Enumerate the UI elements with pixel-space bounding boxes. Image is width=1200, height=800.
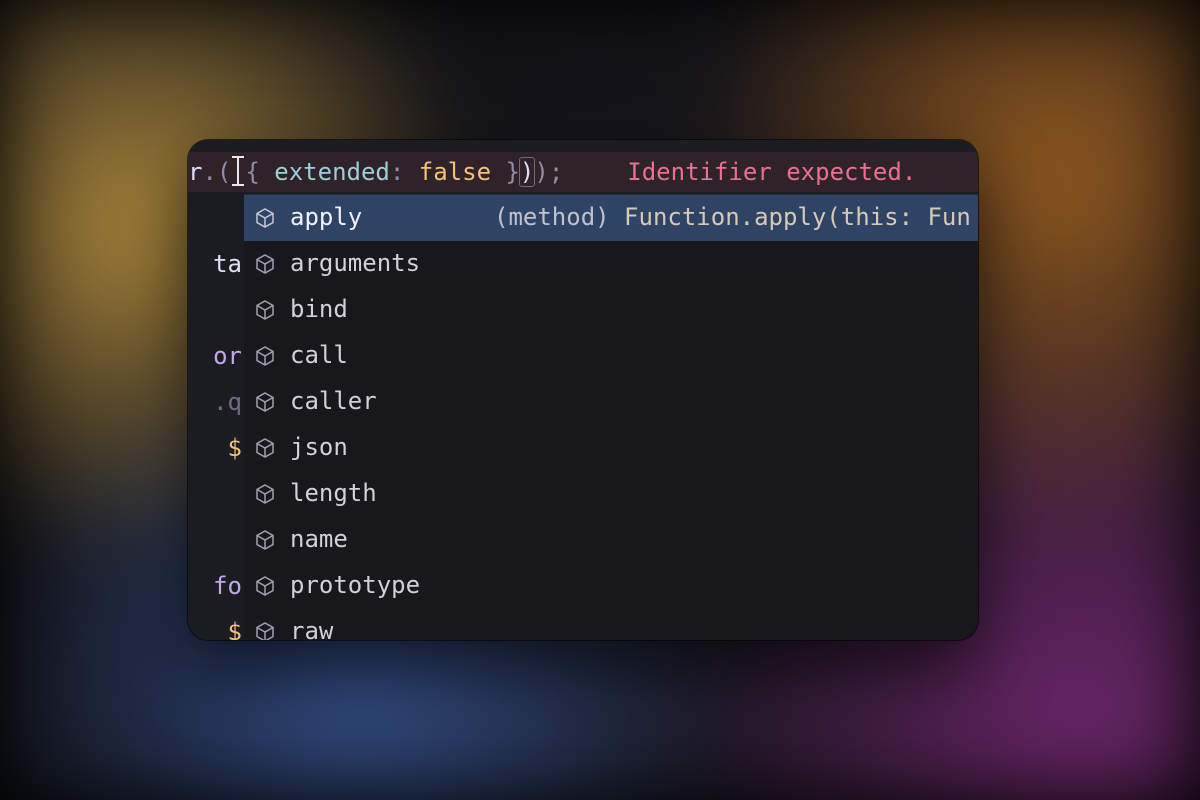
autocomplete-item-call[interactable]: call <box>244 333 978 379</box>
code-token-property-key: extended <box>274 158 390 186</box>
autocomplete-item-caller[interactable]: caller <box>244 379 978 425</box>
autocomplete-item-detail: (method) Function.apply(this: Fun <box>494 199 971 236</box>
gutter-text: ta <box>213 246 242 283</box>
method-icon <box>252 435 278 461</box>
method-icon <box>252 297 278 323</box>
gutter-text: $ <box>213 614 242 640</box>
autocomplete-item-label: name <box>290 521 348 558</box>
autocomplete-popup[interactable]: apply (method) Function.apply(this: Fun … <box>244 194 978 640</box>
autocomplete-item-name[interactable]: name <box>244 517 978 563</box>
autocomplete-item-label: length <box>290 475 377 512</box>
gutter-text: or <box>213 338 242 375</box>
autocomplete-item-length[interactable]: length <box>244 471 978 517</box>
autocomplete-item-label: raw <box>290 613 333 640</box>
gutter-line: ta <box>188 242 248 288</box>
method-icon <box>252 619 278 640</box>
code-token-boolean: false <box>419 158 491 186</box>
method-icon <box>252 205 278 231</box>
autocomplete-item-label: apply <box>290 199 362 236</box>
autocomplete-item-bind[interactable]: bind <box>244 287 978 333</box>
method-icon <box>252 527 278 553</box>
code-token-close-paren: ) <box>534 158 548 186</box>
code-token-colon: : <box>390 158 419 186</box>
code-token-open-brace: { <box>245 158 274 186</box>
autocomplete-item-prototype[interactable]: prototype <box>244 563 978 609</box>
gutter-line <box>188 518 248 564</box>
autocomplete-item-label: json <box>290 429 348 466</box>
method-icon <box>252 343 278 369</box>
autocomplete-item-apply[interactable]: apply (method) Function.apply(this: Fun <box>244 195 978 241</box>
gutter-line: $ <box>188 426 248 472</box>
code-token-semicolon: ; <box>549 158 563 186</box>
method-icon <box>252 481 278 507</box>
code-token-close-brace: } <box>491 158 520 186</box>
code-gutter-fragments: ta or .q $ fo $ <box>188 196 248 640</box>
inline-error-message: Identifier expected. <box>627 158 916 186</box>
code-token-matched-paren: ) <box>520 158 534 186</box>
gutter-text: fo <box>213 568 242 605</box>
method-icon <box>252 573 278 599</box>
gutter-text: .q <box>213 384 242 421</box>
editor-panel: r.( { extended: false })); Identifier expe… <box>188 140 978 640</box>
code-line[interactable]: r.( { extended: false })); Identifier expe… <box>188 140 978 192</box>
gutter-line: or <box>188 334 248 380</box>
gutter-text: $ <box>213 430 242 467</box>
code-token-var: r <box>188 158 202 186</box>
method-icon <box>252 251 278 277</box>
autocomplete-item-raw[interactable]: raw <box>244 609 978 640</box>
code-token-open-paren: ( <box>217 158 231 186</box>
autocomplete-item-label: bind <box>290 291 348 328</box>
gutter-line: fo <box>188 564 248 610</box>
autocomplete-item-label: arguments <box>290 245 420 282</box>
autocomplete-item-label: call <box>290 337 348 374</box>
gutter-line: .q <box>188 380 248 426</box>
gutter-line <box>188 472 248 518</box>
detail-kind: (method) <box>494 203 610 231</box>
autocomplete-item-json[interactable]: json <box>244 425 978 471</box>
gutter-line: $ <box>188 610 248 640</box>
autocomplete-item-arguments[interactable]: arguments <box>244 241 978 287</box>
autocomplete-item-label: prototype <box>290 567 420 604</box>
autocomplete-item-label: caller <box>290 383 377 420</box>
method-icon <box>252 389 278 415</box>
detail-signature: Function.apply(this: Fun <box>610 203 971 231</box>
gutter-line <box>188 196 248 242</box>
code-token-dot: . <box>202 158 216 186</box>
gutter-line <box>188 288 248 334</box>
text-cursor-icon <box>231 156 245 186</box>
